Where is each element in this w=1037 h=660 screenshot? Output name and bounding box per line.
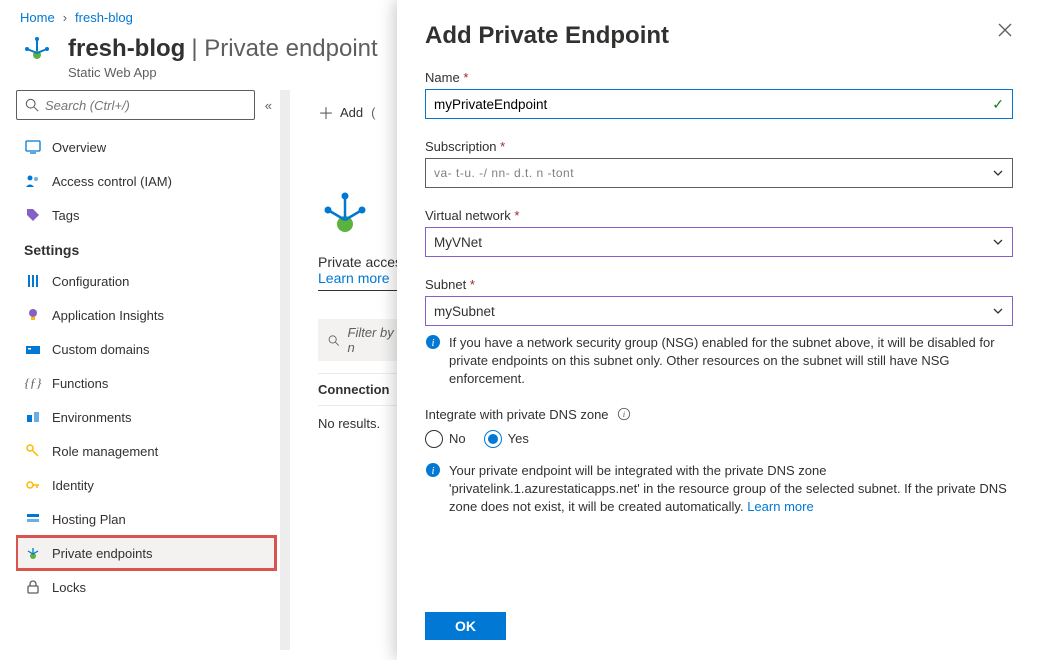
plus-icon: ＋ (318, 100, 334, 124)
private-access-text: Private acces (318, 254, 402, 270)
endpoint-icon (24, 544, 42, 562)
dns-integration-label: Integrate with private DNS zone (425, 407, 609, 422)
add-private-endpoint-panel: Add Private Endpoint Name * ✓ Subscripti… (397, 0, 1037, 660)
overview-icon (24, 138, 42, 156)
info-icon: i (425, 462, 441, 478)
nsg-info-text: If you have a network security group (NS… (449, 334, 1013, 389)
learn-more-link[interactable]: Learn more (318, 270, 390, 286)
sidebar-item-hosting-plan[interactable]: Hosting Plan (16, 502, 276, 536)
add-button[interactable]: ＋ Add (318, 100, 363, 124)
subnet-select[interactable]: mySubnet (425, 296, 1013, 326)
chevron-right-icon: › (63, 10, 67, 25)
connection-header: Connection (318, 373, 408, 406)
sidebar-item-overview[interactable]: Overview (16, 130, 276, 164)
endpoint-large-icon (318, 190, 372, 244)
chevron-down-icon (992, 167, 1004, 179)
sidebar-item-role-management[interactable]: Role management (16, 434, 276, 468)
domain-icon (24, 340, 42, 358)
dns-radio-no[interactable]: No (425, 430, 466, 448)
sliders-icon (24, 272, 42, 290)
breadcrumb-resource[interactable]: fresh-blog (75, 10, 133, 25)
radio-checked-icon (484, 430, 502, 448)
dns-info-text: Your private endpoint will be integrated… (449, 462, 1013, 517)
sidebar-item-functions[interactable]: {ƒ}Functions (16, 366, 276, 400)
search-icon (328, 334, 340, 347)
sidebar-item-locks[interactable]: Locks (16, 570, 276, 604)
sidebar-item-custom-domains[interactable]: Custom domains (16, 332, 276, 366)
nav-list: Overview Access control (IAM) Tags Setti… (16, 130, 280, 604)
sidebar-item-private-endpoints[interactable]: Private endpoints (16, 536, 276, 570)
filter-input[interactable]: Filter by n (318, 319, 408, 361)
page-section: | Private endpoint (191, 35, 377, 63)
page-title: fresh-blog (68, 35, 185, 63)
sidebar-item-access-control[interactable]: Access control (IAM) (16, 164, 276, 198)
key-icon (24, 442, 42, 460)
sidebar-item-app-insights[interactable]: Application Insights (16, 298, 276, 332)
breadcrumb-home[interactable]: Home (20, 10, 55, 25)
radio-icon (425, 430, 443, 448)
name-label: Name (425, 70, 460, 85)
info-icon: i (425, 334, 441, 350)
subnet-label: Subnet (425, 277, 466, 292)
vnet-label: Virtual network (425, 208, 511, 223)
sidebar-item-identity[interactable]: Identity (16, 468, 276, 502)
valid-check-icon: ✓ (992, 96, 1004, 113)
sidebar: « Overview Access control (IAM) Tags Set… (0, 90, 280, 650)
svg-text:i: i (431, 465, 434, 477)
search-icon (25, 98, 39, 112)
close-button[interactable] (997, 22, 1013, 38)
static-web-app-icon (20, 35, 54, 69)
name-input[interactable] (434, 97, 992, 112)
sidebar-search[interactable] (16, 90, 255, 120)
info-outline-icon[interactable]: i (617, 407, 631, 421)
chevron-down-icon (992, 305, 1004, 317)
sidebar-item-tags[interactable]: Tags (16, 198, 276, 232)
sidebar-section-settings: Settings (16, 232, 276, 264)
dns-learn-more-link[interactable]: Learn more (747, 499, 813, 514)
vnet-select[interactable]: MyVNet (425, 227, 1013, 257)
lock-icon (24, 578, 42, 596)
hosting-icon (24, 510, 42, 528)
sidebar-item-configuration[interactable]: Configuration (16, 264, 276, 298)
sidebar-scrollbar[interactable] (280, 90, 290, 650)
function-icon: {ƒ} (24, 374, 42, 392)
lightbulb-icon (24, 306, 42, 324)
panel-title: Add Private Endpoint (425, 22, 669, 50)
subscription-select[interactable]: va- t-u. -/ nn- d.t. n -tont (425, 158, 1013, 188)
search-input[interactable] (45, 98, 246, 113)
page-subtitle: Static Web App (68, 65, 378, 80)
svg-text:i: i (622, 409, 625, 419)
close-icon (997, 22, 1013, 38)
tag-icon (24, 206, 42, 224)
subscription-label: Subscription (425, 139, 497, 154)
environments-icon (24, 408, 42, 426)
people-icon (24, 172, 42, 190)
ok-button[interactable]: OK (425, 612, 506, 640)
chevron-down-icon (992, 236, 1004, 248)
svg-text:i: i (431, 337, 434, 349)
dns-radio-yes[interactable]: Yes (484, 430, 529, 448)
identity-icon (24, 476, 42, 494)
sidebar-item-environments[interactable]: Environments (16, 400, 276, 434)
name-input-wrapper[interactable]: ✓ (425, 89, 1013, 119)
sidebar-collapse-button[interactable]: « (265, 98, 272, 113)
